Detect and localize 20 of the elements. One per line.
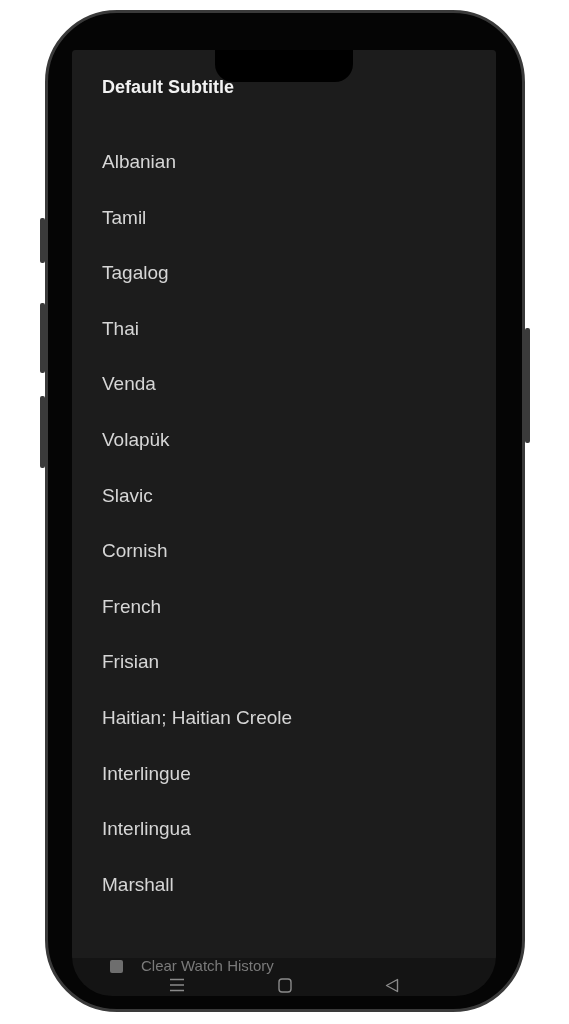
language-option[interactable]: Slavic (102, 467, 496, 524)
back-icon[interactable] (385, 977, 400, 993)
language-option[interactable]: Albanian (102, 134, 496, 190)
setting-label: Clear Watch History (141, 958, 274, 974)
language-option[interactable]: Thai (102, 300, 496, 357)
language-option[interactable]: Haitian; Haitian Creole (102, 689, 496, 746)
language-option[interactable]: Marshall (102, 856, 496, 913)
checkbox[interactable] (110, 959, 123, 973)
language-option[interactable]: Frisian (102, 634, 496, 690)
dialog-title: Default Subtitle (102, 76, 235, 99)
language-option[interactable]: Venda (102, 356, 496, 412)
language-option[interactable]: Tamil (102, 189, 496, 246)
home-icon[interactable] (278, 977, 292, 993)
language-option[interactable]: Interlingua (102, 801, 496, 857)
language-option[interactable]: Volapük (102, 411, 496, 468)
menu-icon[interactable] (168, 978, 185, 992)
language-option[interactable]: French (102, 578, 496, 635)
language-option[interactable]: Tagalog (102, 245, 496, 301)
language-option[interactable]: Cornish (102, 523, 496, 579)
language-option[interactable]: Interlingue (102, 745, 496, 802)
